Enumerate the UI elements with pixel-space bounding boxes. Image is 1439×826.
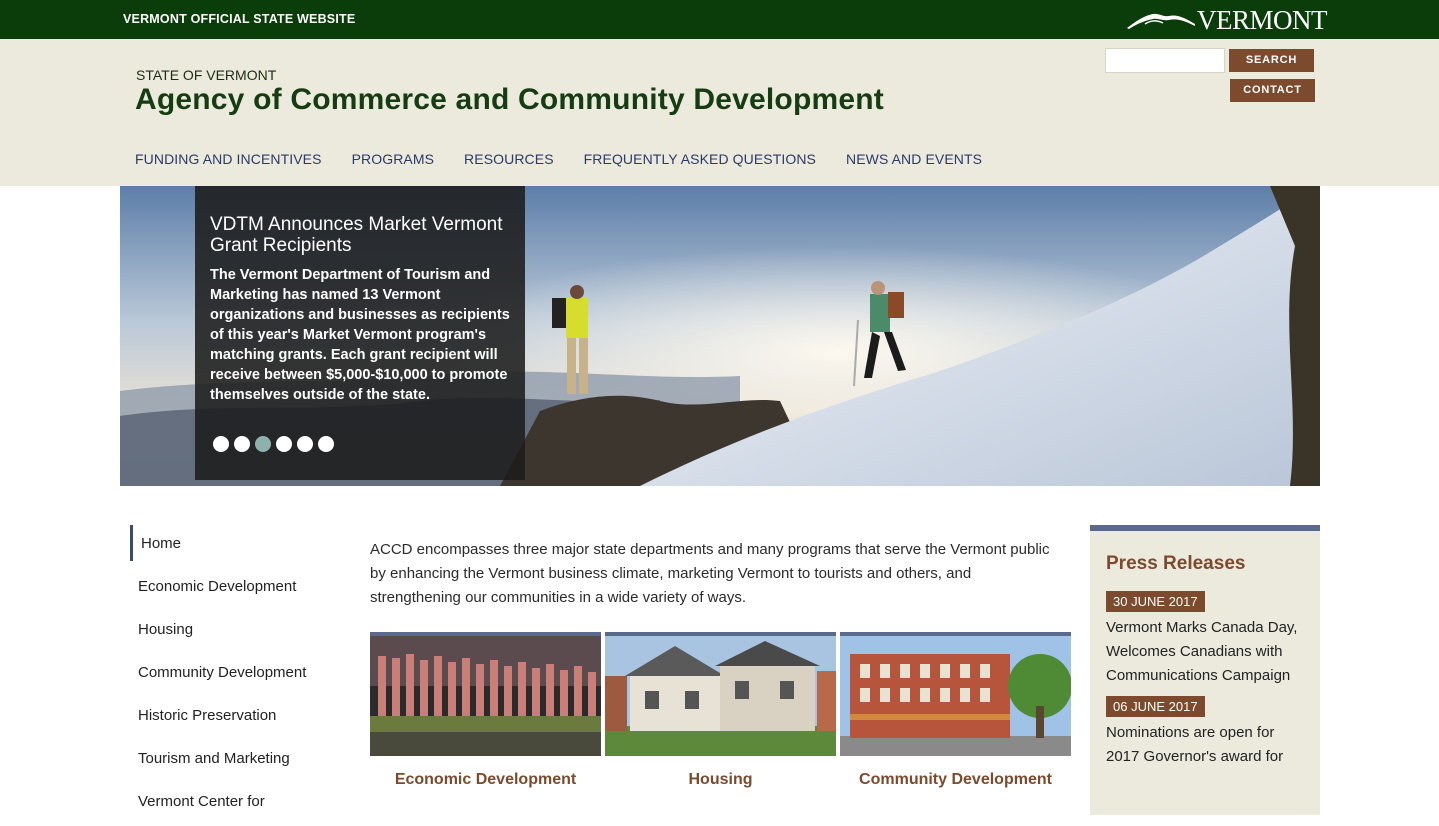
- press-release-date: 30 JUNE 2017: [1106, 591, 1205, 612]
- carousel-dot[interactable]: [276, 436, 292, 452]
- nav-item-programs[interactable]: PROGRAMS: [352, 151, 434, 167]
- state-label: STATE OF VERMONT: [136, 67, 277, 83]
- vermont-logo[interactable]: VERMONT: [1125, 4, 1328, 35]
- press-release-title[interactable]: Nominations are open for 2017 Governor's…: [1106, 721, 1304, 769]
- department-tiles: Economic Development Housing Community D…: [370, 632, 1071, 789]
- sidebar-item-economic-development[interactable]: Economic Development: [130, 568, 350, 611]
- press-release-title[interactable]: Vermont Marks Canada Day, Welcomes Canad…: [1106, 616, 1304, 688]
- hero-body: The Vermont Department of Tourism and Ma…: [210, 267, 510, 403]
- sidebar-item-historic-preservation[interactable]: Historic Preservation: [130, 697, 350, 740]
- tile-housing[interactable]: Housing: [605, 632, 836, 789]
- carousel-dot[interactable]: [234, 436, 250, 452]
- nav-item-faq[interactable]: FREQUENTLY ASKED QUESTIONS: [584, 151, 816, 167]
- search-button[interactable]: SEARCH: [1229, 49, 1314, 72]
- site-header: STATE OF VERMONT Agency of Commerce and …: [0, 39, 1439, 186]
- tile-image-community-development[interactable]: [840, 632, 1071, 756]
- official-site-label: VERMONT OFFICIAL STATE WEBSITE: [123, 12, 356, 26]
- carousel-dots: [213, 436, 334, 452]
- press-release-date: 06 JUNE 2017: [1106, 696, 1205, 717]
- tile-economic-development[interactable]: Economic Development: [370, 632, 601, 789]
- sidebar-item-tourism-marketing[interactable]: Tourism and Marketing: [130, 740, 350, 783]
- sidebar-item-housing[interactable]: Housing: [130, 611, 350, 654]
- contact-button[interactable]: CONTACT: [1230, 79, 1315, 102]
- main-nav: FUNDING AND INCENTIVES PROGRAMS RESOURCE…: [135, 151, 982, 167]
- nav-item-resources[interactable]: RESOURCES: [464, 151, 554, 167]
- sidebar-item-vermont-center[interactable]: Vermont Center for: [130, 783, 350, 826]
- vermont-logo-text: VERMONT: [1197, 5, 1328, 35]
- tile-label-economic-development[interactable]: Economic Development: [370, 771, 601, 789]
- intro-text: ACCD encompasses three major state depar…: [370, 541, 1050, 606]
- tile-label-housing[interactable]: Housing: [605, 771, 836, 789]
- tile-image-housing[interactable]: [605, 632, 836, 756]
- agency-title[interactable]: Agency of Commerce and Community Develop…: [135, 83, 884, 117]
- tile-community-development[interactable]: Community Development: [840, 632, 1071, 789]
- hero-caption: VDTM Announces Market Vermont Grant Reci…: [195, 186, 525, 480]
- press-release-item[interactable]: 30 JUNE 2017 Vermont Marks Canada Day, W…: [1106, 591, 1304, 688]
- press-releases-panel: Press Releases 30 JUNE 2017 Vermont Mark…: [1090, 525, 1320, 815]
- hero-carousel[interactable]: VDTM Announces Market Vermont Grant Reci…: [120, 186, 1320, 486]
- nav-item-news[interactable]: NEWS AND EVENTS: [846, 151, 982, 167]
- carousel-dot[interactable]: [213, 436, 229, 452]
- sidebar-item-home[interactable]: Home: [130, 525, 350, 561]
- tile-image-economic-development[interactable]: [370, 632, 601, 756]
- tile-label-community-development[interactable]: Community Development: [840, 771, 1071, 789]
- press-release-item[interactable]: 06 JUNE 2017 Nominations are open for 20…: [1106, 696, 1304, 769]
- top-bar: VERMONT OFFICIAL STATE WEBSITE VERMONT: [0, 0, 1439, 39]
- mountain-logo-icon: [1127, 13, 1195, 29]
- sidebar-item-community-development[interactable]: Community Development: [130, 654, 350, 697]
- carousel-dot[interactable]: [297, 436, 313, 452]
- carousel-dot[interactable]: [318, 436, 334, 452]
- nav-item-funding[interactable]: FUNDING AND INCENTIVES: [135, 151, 322, 167]
- sidebar-nav: Home Economic Development Housing Commun…: [130, 525, 350, 826]
- search-input[interactable]: [1105, 48, 1225, 73]
- carousel-dot-active[interactable]: [255, 436, 271, 452]
- press-releases-heading[interactable]: Press Releases: [1106, 553, 1304, 575]
- hero-title[interactable]: VDTM Announces Market Vermont Grant Reci…: [210, 214, 510, 256]
